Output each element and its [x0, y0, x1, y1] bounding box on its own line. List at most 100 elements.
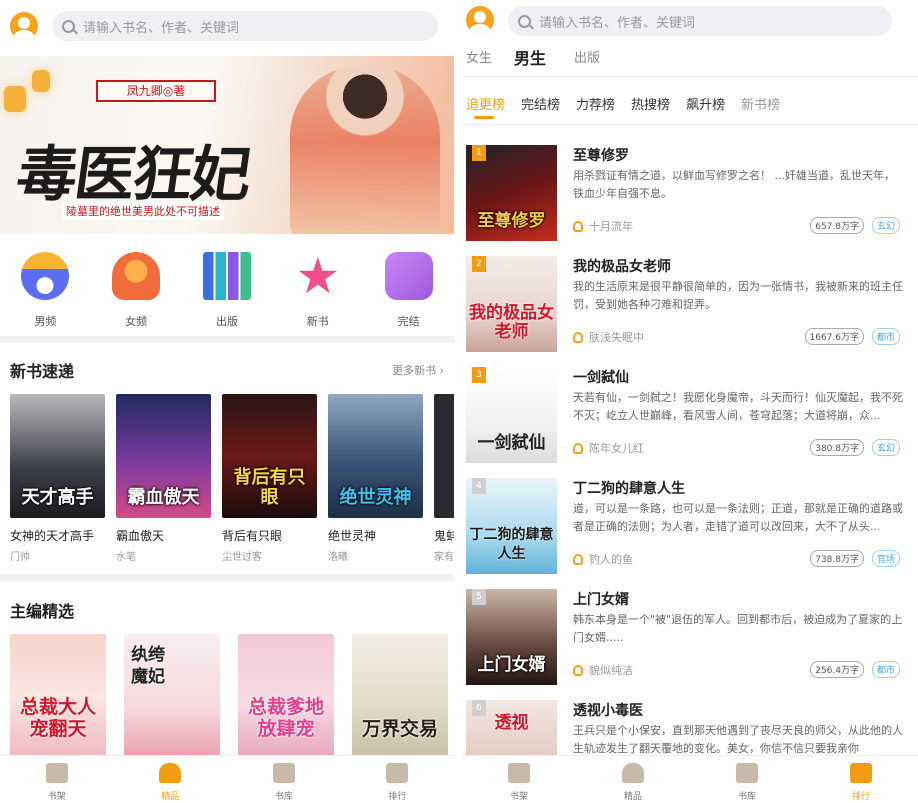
tab-label: 书架 [509, 792, 528, 802]
book-title: 至尊修罗 [573, 148, 629, 164]
category-label: 完结 [397, 315, 420, 328]
ranking-item[interactable]: 我的极品女老师 2 我的极品女老师 我的生活原来是很平静很简单的，因为一张情书，… [466, 256, 906, 367]
pick-card[interactable]: 总裁大人宠翻天 [10, 634, 106, 758]
book-author: 十月流年 [573, 218, 633, 234]
bottom-tab-bar: 书架 精品 书库 排行 [462, 755, 918, 803]
author-icon [573, 553, 583, 565]
rank-badge: 2 [472, 256, 486, 272]
editor-picks-title: 主编精选 [10, 602, 75, 621]
tab-library[interactable]: 书库 [227, 756, 341, 803]
book-author: 洛曦 [328, 552, 348, 563]
lantern-icon [4, 86, 26, 112]
book-card[interactable]: 霸血傲天 霸血傲天 水笔 [116, 394, 211, 563]
book-icon [384, 252, 433, 300]
rank-tab-hot-search[interactable]: 热搜榜 [631, 94, 670, 118]
avatar[interactable] [466, 6, 494, 34]
tab-bookshelf[interactable]: 书架 [0, 756, 114, 803]
library-icon [272, 763, 295, 783]
editor-picks-list: 总裁大人宠翻天 纨绔魔妃 总裁爹地放肆宠 万界交易 [10, 634, 448, 758]
tab-ranking[interactable]: 排行 [804, 756, 918, 803]
search-icon [62, 19, 75, 33]
tab-bookshelf[interactable]: 书架 [462, 756, 576, 803]
header: 请输入书名、作者、关键词 [0, 0, 454, 52]
category-label: 女频 [125, 315, 148, 328]
more-new-books-link[interactable]: 更多新书 › [392, 362, 444, 378]
word-count-badge: 380.8万字 [810, 439, 864, 456]
tab-male[interactable]: 男生 [514, 48, 574, 70]
category-published[interactable]: 出版 [182, 246, 273, 334]
book-title: 女神的天才高手 [10, 529, 95, 543]
word-count-badge: 738.8万字 [810, 550, 864, 567]
book-author: 陈年女儿红 [573, 440, 644, 456]
ranking-item[interactable]: 丁二狗的肆意人生 4 丁二狗的肆意人生 道，可以是一条路，也可以是一条法则；正道… [466, 478, 906, 589]
pick-card[interactable]: 纨绔魔妃 [124, 634, 220, 758]
tab-ranking[interactable]: 排行 [341, 756, 455, 803]
tab-label: 书架 [47, 792, 66, 802]
tab-label: 书库 [737, 792, 756, 802]
bookshelf-icon [508, 763, 530, 783]
ranking-item[interactable]: 至尊修罗 1 至尊修罗 用杀戮证有情之道，以鲜血写修罗之名！ ...奸雄当道，乱… [466, 145, 906, 256]
tab-library[interactable]: 书库 [690, 756, 804, 803]
ranking-item[interactable]: 一剑弑仙 3 一剑弑仙 天若有仙，一剑弑之！我愿化身魔帝，斗天而行！仙灭魔起，我… [466, 367, 906, 478]
pick-card[interactable]: 万界交易 [352, 634, 448, 758]
category-row: 男频 女频 出版 ★ 新书 完结 [0, 246, 454, 334]
word-count-badge: 1667.6万字 [804, 328, 864, 345]
rank-tabs: 追更榜 完结榜 力荐榜 热搜榜 飙升榜 新书榜 [466, 94, 796, 119]
category-girls[interactable]: 女频 [91, 246, 182, 334]
banner-title: 毒医狂妃 [12, 140, 255, 210]
star-icon: ★ [295, 247, 341, 305]
tab-featured[interactable]: 精品 [114, 756, 228, 803]
search-placeholder: 请输入书名、作者、关键词 [539, 15, 696, 31]
book-title: 霸血傲天 [116, 529, 165, 543]
category-label: 出版 [215, 315, 238, 328]
screen-gap [454, 0, 462, 803]
pick-card[interactable]: 总裁爹地放肆宠 [238, 634, 334, 758]
tab-label: 精品 [623, 792, 642, 802]
promo-banner[interactable]: 凤九卿◎著 毒医狂妃 LINGMUDEJUESHIMEINGICHUSHOU M… [0, 56, 454, 234]
search-input[interactable]: 请输入书名、作者、关键词 [52, 11, 438, 41]
author-icon [573, 220, 583, 232]
rank-tab-recommended[interactable]: 力荐榜 [576, 94, 615, 118]
boy-face-icon [21, 252, 70, 300]
banner-subtitle: 陵墓里的绝世美男此处不可描述 [62, 202, 224, 220]
tab-label: 书库 [274, 792, 293, 802]
banner-author-tag: 凤九卿◎著 [96, 80, 216, 102]
category-finished[interactable]: 完结 [363, 246, 454, 334]
book-title: 透视小毒医 [573, 703, 643, 719]
book-card[interactable]: 绝世灵神 绝世灵神 洛曦 [328, 394, 423, 563]
book-author: 水笔 [116, 552, 136, 563]
rank-tab-finished[interactable]: 完结榜 [521, 94, 560, 118]
section-divider [0, 336, 454, 343]
bookshelf-icon [45, 763, 68, 783]
book-card[interactable]: 鬼蚌 家有 [434, 394, 454, 563]
tab-label: 排行 [388, 792, 407, 802]
genre-badge: 都市 [871, 328, 900, 345]
rank-tab-following[interactable]: 追更榜 [466, 94, 505, 119]
rank-badge: 4 [472, 478, 486, 494]
genre-badge: 官场 [871, 550, 900, 567]
rank-badge: 5 [472, 589, 486, 605]
author-icon [573, 331, 583, 343]
word-count-badge: 657.8万字 [810, 217, 864, 234]
avatar[interactable] [10, 12, 38, 40]
search-input[interactable]: 请输入书名、作者、关键词 [508, 6, 892, 36]
book-cover: 背后有只眼 [222, 394, 317, 518]
tab-featured[interactable]: 精品 [576, 756, 690, 803]
category-label: 新书 [306, 315, 329, 328]
genre-badge: 都市 [871, 661, 900, 678]
rank-tab-rising[interactable]: 飙升榜 [686, 94, 725, 118]
category-boys[interactable]: 男频 [0, 246, 91, 334]
book-card[interactable]: 背后有只眼 背后有只眼 尘世过客 [222, 394, 317, 563]
new-books-list: 天才高手 女神的天才高手 门帅 霸血傲天 霸血傲天 水笔 背后有只眼 背后有只眼… [10, 394, 454, 563]
book-title: 鬼蚌 [434, 529, 454, 543]
book-author: 尘世过客 [222, 552, 262, 563]
book-description: 道，可以是一条路，也可以是一条法则；正道，那就是正确的道路或者是正确的法则；为人… [573, 502, 903, 533]
book-card[interactable]: 天才高手 女神的天才高手 门帅 [10, 394, 105, 563]
genre-badge: 玄幻 [871, 439, 900, 456]
category-new[interactable]: ★ 新书 [272, 246, 363, 334]
tab-published[interactable]: 出版 [574, 48, 615, 70]
book-author: 家有 [434, 552, 454, 563]
tab-female[interactable]: 女生 [466, 48, 514, 70]
rank-tab-new[interactable]: 新书榜 [741, 94, 780, 118]
ranking-item[interactable]: 上门女婿 5 上门女婿 韩东本身是一个"被"退伍的军人。回到都市后，被迫成为了夏… [466, 589, 906, 700]
